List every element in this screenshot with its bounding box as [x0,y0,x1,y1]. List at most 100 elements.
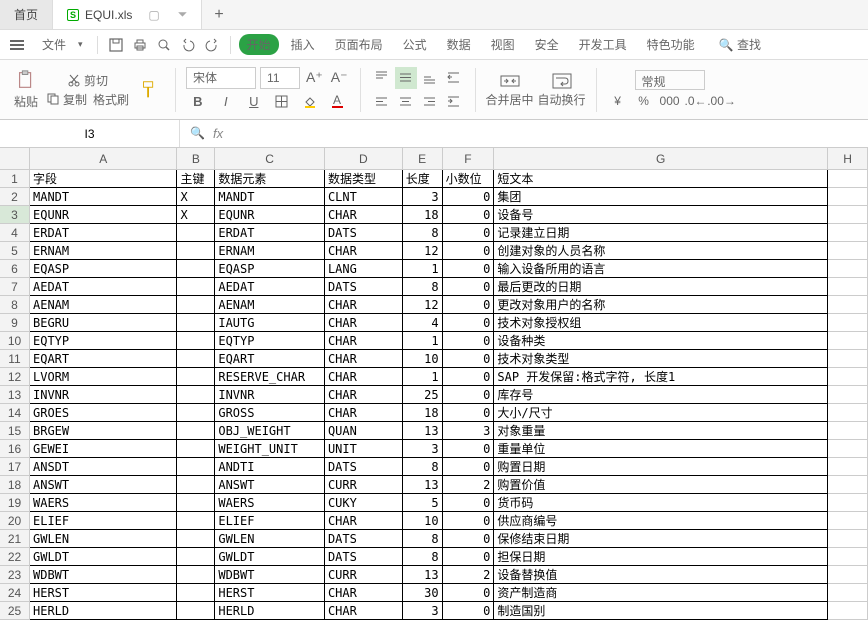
cell[interactable]: INVNR [215,386,325,404]
cell[interactable]: CHAR [325,206,403,224]
cell[interactable]: ERDAT [215,224,325,242]
cell[interactable]: 记录建立日期 [494,224,828,242]
cell[interactable]: CURR [325,566,403,584]
row-header[interactable]: 19 [0,494,30,512]
row-header[interactable]: 9 [0,314,30,332]
cell[interactable]: 0 [443,278,495,296]
increase-decimal-icon[interactable]: .00→ [711,92,733,110]
cell[interactable]: GWLDT [215,548,325,566]
cell[interactable]: EQART [215,350,325,368]
cell[interactable]: CHAR [325,512,403,530]
row-header[interactable]: 23 [0,566,30,584]
col-header[interactable]: B [177,148,215,170]
cell[interactable]: MANDT [215,188,325,206]
row-header[interactable]: 5 [0,242,30,260]
cell[interactable]: WAERS [215,494,325,512]
menu-file[interactable]: 文件 [34,34,74,55]
comma-icon[interactable]: 000 [659,92,681,110]
cell[interactable]: HERST [215,584,325,602]
row-header[interactable]: 16 [0,440,30,458]
cell[interactable]: 0 [443,404,495,422]
align-center-icon[interactable] [395,91,417,113]
cell[interactable]: 0 [443,368,495,386]
cut-button[interactable]: 剪切 [67,72,108,89]
cell[interactable]: 0 [443,458,495,476]
cell[interactable]: 3 [403,440,443,458]
cell[interactable] [828,242,868,260]
menu-view[interactable]: 视图 [483,34,523,55]
cell[interactable]: 供应商编号 [494,512,828,530]
zoom-icon[interactable]: 🔍 [190,126,205,141]
cell[interactable]: 18 [403,404,443,422]
menu-start[interactable]: 开始 [239,34,279,55]
col-header[interactable]: A [30,148,177,170]
cell[interactable]: 0 [443,386,495,404]
cell[interactable] [177,530,215,548]
merge-button[interactable]: 合并居中 [486,72,534,108]
cell[interactable]: 担保日期 [494,548,828,566]
cell[interactable] [828,584,868,602]
cell[interactable]: RESERVE_CHAR [215,368,325,386]
increase-font-icon[interactable]: A⁺ [304,69,325,86]
row-header[interactable]: 15 [0,422,30,440]
fill-color-button[interactable] [299,91,321,113]
cell[interactable] [828,494,868,512]
redo-icon[interactable] [202,33,222,57]
cell[interactable]: 字段 [30,170,177,188]
cell[interactable]: X [177,188,215,206]
cell[interactable]: 30 [403,584,443,602]
cell[interactable]: EQASP [30,260,177,278]
cell[interactable]: 4 [403,314,443,332]
cell[interactable]: 2 [443,476,495,494]
cell[interactable] [177,512,215,530]
cell[interactable]: 0 [443,242,495,260]
decrease-decimal-icon[interactable]: .0← [685,92,707,110]
cell[interactable]: 0 [443,314,495,332]
tab-home[interactable]: 首页 [0,0,53,29]
decrease-font-icon[interactable]: A⁻ [329,69,350,86]
cell[interactable] [828,278,868,296]
cell[interactable] [177,332,215,350]
cell[interactable]: ELIEF [30,512,177,530]
align-top-icon[interactable] [371,67,393,89]
cell[interactable]: LANG [325,260,403,278]
cell[interactable]: CHAR [325,386,403,404]
menu-insert[interactable]: 插入 [283,34,323,55]
cell[interactable]: AENAM [30,296,177,314]
row-header[interactable]: 21 [0,530,30,548]
menu-file-dropdown-icon[interactable]: ▾ [78,39,83,50]
cell[interactable]: 1 [403,332,443,350]
row-header[interactable]: 3 [0,206,30,224]
copy-button[interactable]: 复制 [46,91,87,108]
border-button[interactable] [271,91,293,113]
cell[interactable] [828,602,868,620]
cell[interactable] [177,242,215,260]
cell[interactable]: 库存号 [494,386,828,404]
align-left-icon[interactable] [371,91,393,113]
cell[interactable]: DATS [325,548,403,566]
cell[interactable]: 3 [403,602,443,620]
cell[interactable]: 13 [403,566,443,584]
font-size-select[interactable]: 11 [260,67,300,89]
row-header[interactable]: 12 [0,368,30,386]
cell[interactable]: 更改对象用户的名称 [494,296,828,314]
indent-decrease-icon[interactable] [443,67,465,89]
cell[interactable]: 长度 [403,170,443,188]
cell[interactable]: 短文本 [494,170,828,188]
print-preview-icon[interactable] [154,33,174,57]
cell[interactable]: 12 [403,242,443,260]
cell[interactable] [828,224,868,242]
cell[interactable]: 0 [443,530,495,548]
cell[interactable] [828,332,868,350]
cell[interactable]: 制造国别 [494,602,828,620]
cell[interactable]: 8 [403,458,443,476]
cell[interactable]: ERNAM [30,242,177,260]
cell[interactable]: 2 [443,566,495,584]
cell[interactable]: 0 [443,260,495,278]
cell[interactable]: EQUNR [215,206,325,224]
row-header[interactable]: 17 [0,458,30,476]
cell[interactable]: DATS [325,278,403,296]
cell[interactable]: GWLDT [30,548,177,566]
wrap-button[interactable]: 自动换行 [538,72,586,108]
cell[interactable]: WAERS [30,494,177,512]
